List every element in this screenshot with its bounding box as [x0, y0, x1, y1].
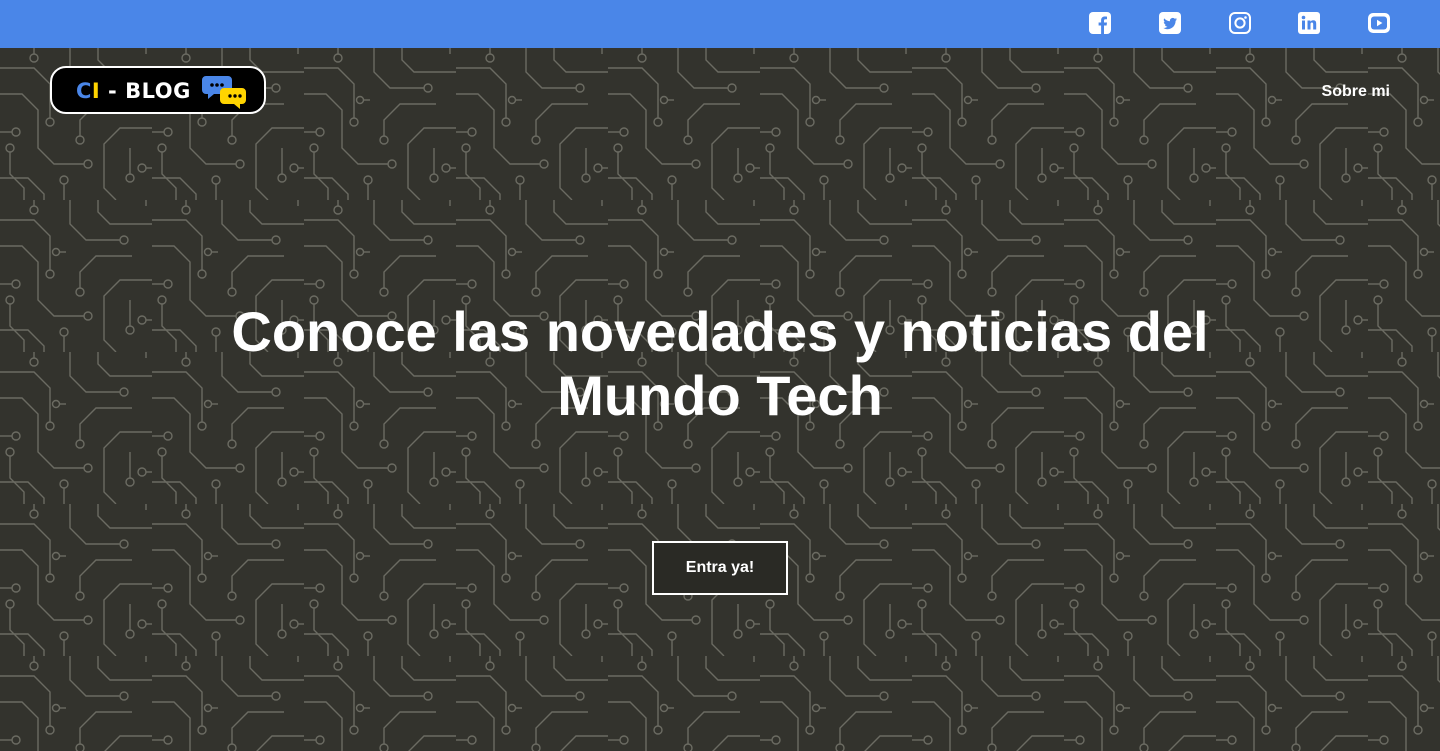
nav-link-about[interactable]: Sobre mi [1322, 83, 1390, 101]
logo-text: CI - BLOG [76, 79, 191, 103]
chat-bubbles-icon [202, 76, 246, 109]
twitter-icon[interactable] [1159, 12, 1181, 34]
hero-title: Conoce las novedades y noticias del Mund… [231, 300, 1209, 427]
youtube-icon[interactable] [1368, 12, 1390, 34]
instagram-icon[interactable] [1229, 12, 1251, 34]
hero-section: Conoce las novedades y noticias del Mund… [0, 48, 1440, 751]
enter-button[interactable]: Entra ya! [652, 541, 788, 595]
linkedin-icon[interactable] [1298, 12, 1320, 34]
site-logo[interactable]: CI - BLOG [50, 66, 266, 114]
top-social-bar [0, 0, 1440, 48]
facebook-icon[interactable] [1089, 12, 1111, 34]
